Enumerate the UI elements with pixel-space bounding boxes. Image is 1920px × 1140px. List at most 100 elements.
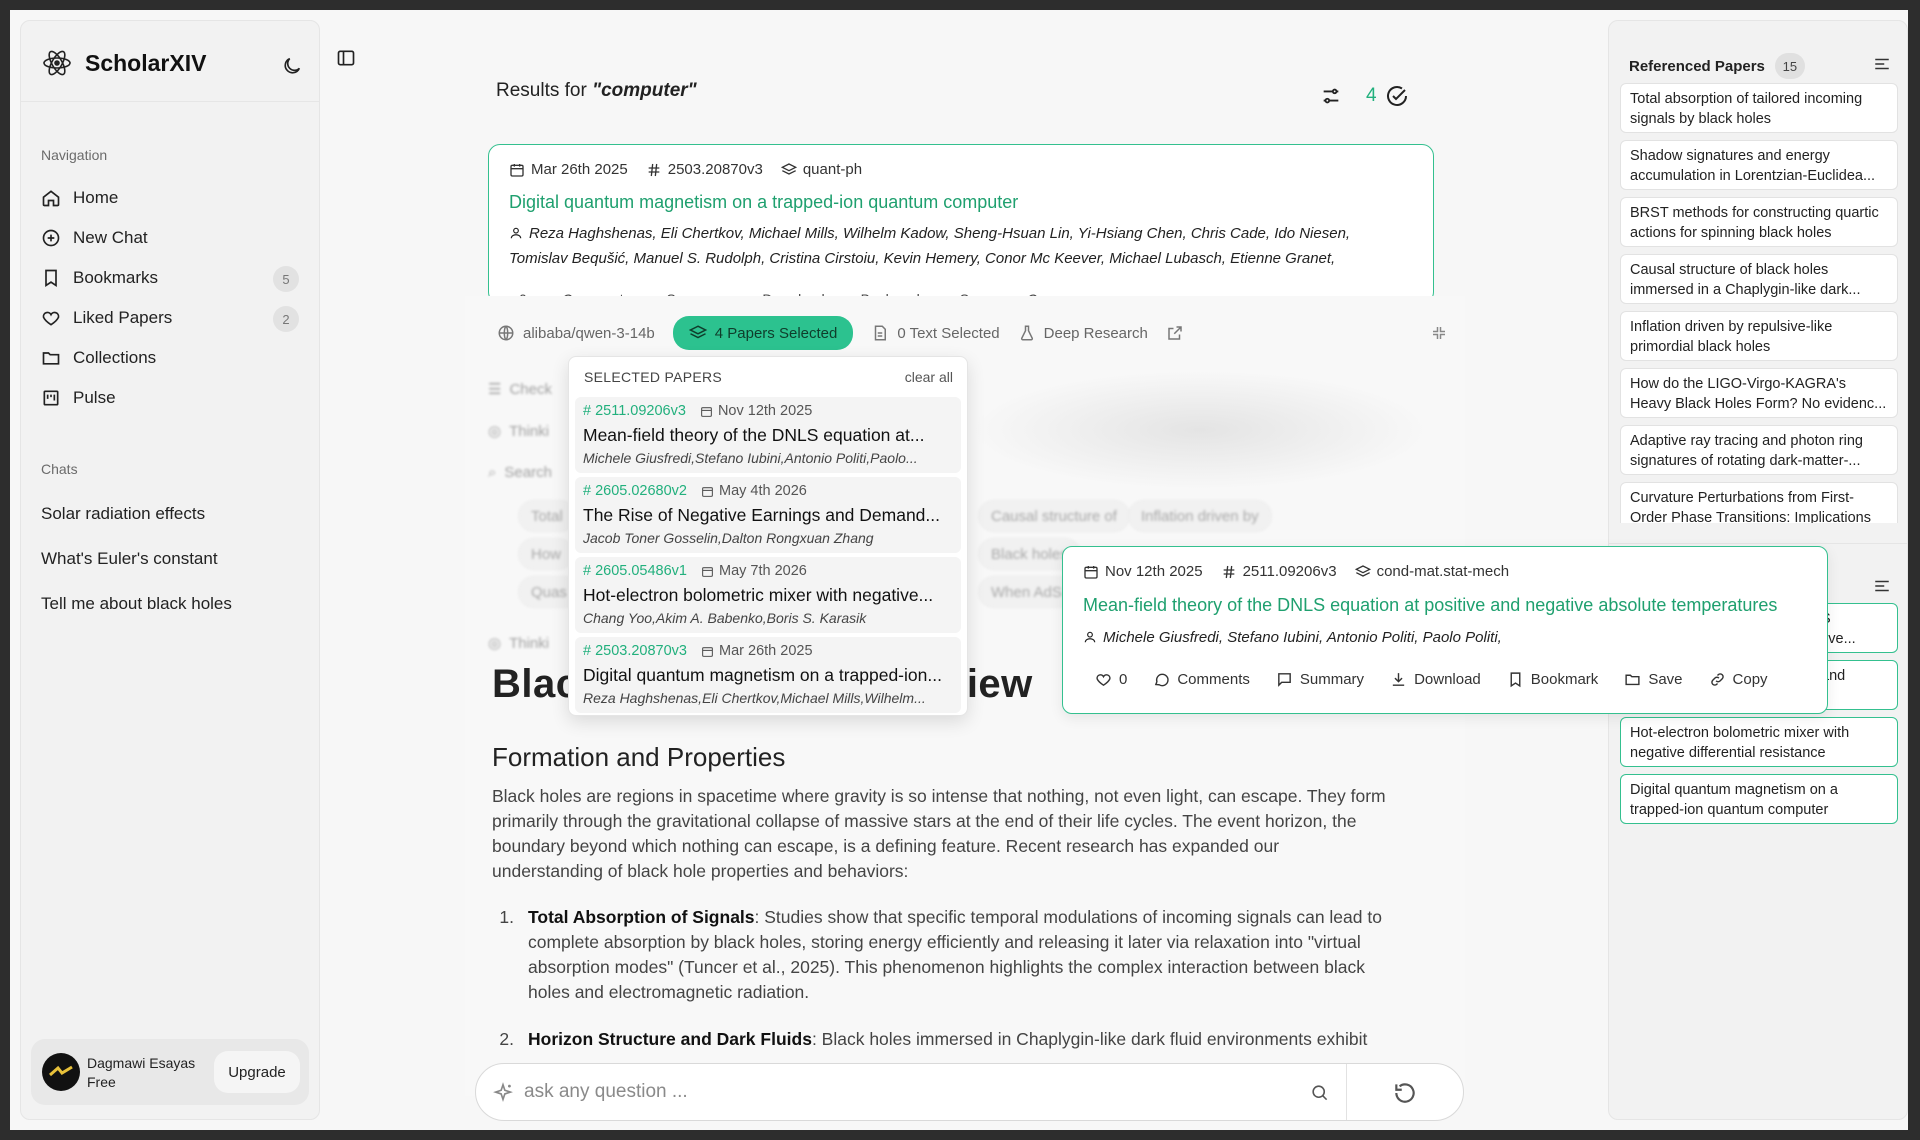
paper-authors: Reza Haghshenas, Eli Chertkov, Michael M… <box>509 221 1409 271</box>
action-label: Summary <box>1299 671 1365 688</box>
brand[interactable]: ScholarXIV <box>41 47 206 79</box>
item-title: Hot-electron bolometric mixer with negat… <box>583 585 934 605</box>
chat-item[interactable]: Solar radiation effects <box>41 491 232 536</box>
nav-item-pulse[interactable]: Pulse <box>41 378 299 418</box>
sliders-icon[interactable] <box>1320 85 1342 107</box>
moon-icon[interactable] <box>281 55 303 77</box>
save-button[interactable]: Save <box>1624 671 1683 688</box>
list-item: 2. Horizon Structure and Dark Fluids: Bl… <box>492 1027 1392 1052</box>
selected-papers-dropdown: SELECTED PAPERS clear all # 2511.09206v3… <box>568 356 968 716</box>
thinking-row: ◎ Thinki <box>488 422 549 441</box>
layers-icon <box>688 324 707 342</box>
count-badge: 5 <box>273 266 299 292</box>
nav-item-bookmarks[interactable]: Bookmarks 5 <box>41 258 299 298</box>
paper-title: Adaptive ray tracing and photon ring sig… <box>1630 433 1863 469</box>
ghost-text: Thinki <box>509 634 550 652</box>
calendar-icon <box>1083 564 1099 580</box>
query-chip[interactable]: When AdS <box>978 576 1075 608</box>
category-text: cond-mat.stat-mech <box>1376 563 1510 580</box>
id-text: 2511.09206v3 <box>1242 563 1337 580</box>
nav-item-home[interactable]: Home <box>41 178 299 218</box>
paper-title: Digital quantum magnetism on a trapped-i… <box>1630 782 1838 818</box>
model-selector[interactable]: alibaba/qwen-3-14b <box>497 324 655 342</box>
nav-label: New Chat <box>73 228 148 247</box>
chats-section-title: Chats <box>41 461 78 477</box>
clear-all-button[interactable]: clear all <box>905 369 953 385</box>
selected-paper[interactable]: Hot-electron bolometric mixer with negat… <box>1620 717 1898 767</box>
text-selected-label: 0 Text Selected <box>897 324 1000 342</box>
external-link-icon[interactable] <box>1166 324 1184 342</box>
referenced-paper[interactable]: Curvature Perturbations from First-Order… <box>1620 482 1898 523</box>
check-circle-icon <box>1385 84 1409 108</box>
nav-label: Pulse <box>73 388 116 407</box>
search-row: ⌕ Search <box>488 464 552 481</box>
nav-item-collections[interactable]: Collections <box>41 338 299 378</box>
like-button[interactable]: 0 <box>1095 671 1127 688</box>
selected-paper-item[interactable]: # 2503.20870v3 Mar 26th 2025 Digital qua… <box>575 637 961 713</box>
copy-button[interactable]: Copy <box>1709 671 1768 688</box>
selected-paper-item[interactable]: # 2605.02680v2 May 4th 2026 The Rise of … <box>575 477 961 553</box>
referenced-list: Total absorption of tailored incoming si… <box>1620 83 1898 523</box>
ghost-text: Search <box>504 464 552 481</box>
referenced-paper[interactable]: Total absorption of tailored incoming si… <box>1620 83 1898 133</box>
blur-fog <box>970 370 1430 490</box>
minimize-icon[interactable] <box>1430 324 1448 342</box>
download-button[interactable]: Download <box>1390 671 1481 688</box>
selected-paper[interactable]: Digital quantum magnetism on a trapped-i… <box>1620 774 1898 824</box>
text-selected-button[interactable]: 0 Text Selected <box>871 324 1000 342</box>
item-meta: # 2503.20870v3 Mar 26th 2025 <box>583 643 813 659</box>
user-icon <box>509 226 523 240</box>
chat-item[interactable]: What's Euler's constant <box>41 536 232 581</box>
referenced-paper[interactable]: Inflation driven by repulsive-like primo… <box>1620 311 1898 361</box>
paper-card[interactable]: Mar 26th 2025 2503.20870v3 quant-ph Digi… <box>488 144 1434 304</box>
action-label: Bookmark <box>1530 671 1599 688</box>
item-id: # 2605.02680v2 <box>583 483 687 499</box>
query-chip[interactable]: Inflation driven by <box>1128 500 1272 532</box>
list-bold: Horizon Structure and Dark Fluids <box>528 1029 812 1049</box>
selected-paper-item[interactable]: # 2511.09206v3 Nov 12th 2025 Mean-field … <box>575 397 961 473</box>
list-number: 1. <box>499 907 514 927</box>
menu-icon[interactable] <box>1873 577 1891 595</box>
ask-input[interactable]: ask any question ... <box>524 1081 688 1103</box>
referenced-paper[interactable]: How do the LIGO-Virgo-KAGRA's Heavy Blac… <box>1620 368 1898 418</box>
referenced-paper[interactable]: Adaptive ray tracing and photon ring sig… <box>1620 425 1898 475</box>
upgrade-button[interactable]: Upgrade <box>214 1051 300 1093</box>
user-icon <box>1083 630 1097 644</box>
summary-button[interactable]: Summary <box>1276 671 1364 688</box>
papers-selected-button[interactable]: 4 Papers Selected <box>672 316 854 350</box>
selected-count[interactable]: 4 <box>1366 84 1409 108</box>
list-bold: Total Absorption of Signals <box>528 907 755 927</box>
query-chip[interactable]: How <box>518 538 575 570</box>
globe-icon: ◎ <box>488 635 502 652</box>
authors-line: Michele Giusfredi, Stefano Iubini, Anton… <box>1103 629 1502 646</box>
referenced-paper[interactable]: BRST methods for constructing quartic ac… <box>1620 197 1898 247</box>
date-text: Nov 12th 2025 <box>1105 563 1203 580</box>
referenced-paper[interactable]: Shadow signatures and energy accumulatio… <box>1620 140 1898 190</box>
selected-paper-item[interactable]: # 2605.05486v1 May 7th 2026 Hot-electron… <box>575 557 961 633</box>
paper-title[interactable]: Mean-field theory of the DNLS equation a… <box>1083 595 1777 616</box>
paper-preview-popup[interactable]: Nov 12th 2025 2511.09206v3 cond-mat.stat… <box>1062 546 1828 714</box>
paper-title: Inflation driven by repulsive-like primo… <box>1630 319 1833 355</box>
bookmark-button[interactable]: Bookmark <box>1507 671 1599 688</box>
deep-research-button[interactable]: Deep Research <box>1018 324 1148 342</box>
paper-title: Curvature Perturbations from First-Order… <box>1630 490 1871 523</box>
id-text: 2503.20870v3 <box>667 161 763 178</box>
chat-item[interactable]: Tell me about black holes <box>41 581 232 626</box>
count-badge: 15 <box>1774 53 1805 79</box>
date-text: May 7th 2026 <box>719 563 807 579</box>
comments-button[interactable]: Comments <box>1153 671 1250 688</box>
nav-list: Home New Chat Bookmarks 5 Liked Papers 2… <box>41 178 299 418</box>
menu-icon[interactable] <box>1873 55 1891 73</box>
query-chip[interactable]: Causal structure of <box>978 500 1130 532</box>
paper-title[interactable]: Digital quantum magnetism on a trapped-i… <box>509 192 1018 213</box>
search-icon[interactable] <box>1310 1083 1329 1102</box>
referenced-paper[interactable]: Causal structure of black holes immersed… <box>1620 254 1898 304</box>
section-heading: Formation and Properties <box>492 742 786 772</box>
sidebar-toggle-icon[interactable] <box>336 48 356 68</box>
avatar[interactable] <box>42 1053 80 1091</box>
date-text: Nov 12th 2025 <box>717 403 813 419</box>
reset-icon[interactable] <box>1392 1080 1418 1106</box>
nav-item-liked-papers[interactable]: Liked Papers 2 <box>41 298 299 338</box>
nav-item-new-chat[interactable]: New Chat <box>41 218 299 258</box>
item-meta: # 2511.09206v3 Nov 12th 2025 <box>583 403 812 419</box>
